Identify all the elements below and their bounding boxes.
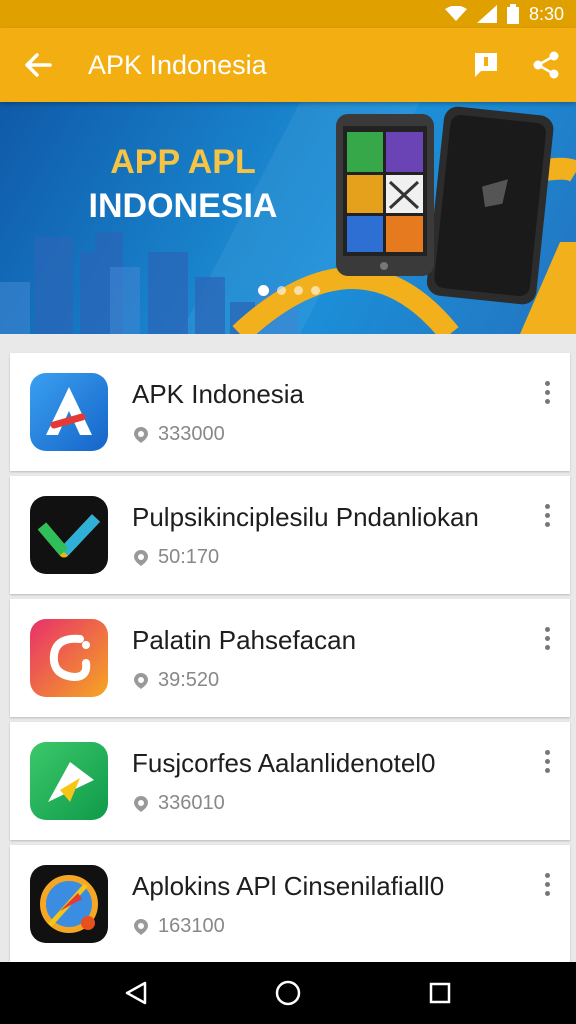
app-meta: 39:520 xyxy=(132,669,219,692)
location-pin-icon xyxy=(134,426,148,443)
banner-title-line1: APP APL xyxy=(110,143,256,181)
list-item[interactable]: Palatin Pahsefacan 39:520 xyxy=(10,599,570,717)
app-count: 39:520 xyxy=(158,669,220,691)
location-pin-icon xyxy=(134,795,148,812)
overflow-menu-icon[interactable] xyxy=(532,867,562,901)
list-item[interactable]: Aplokins APl Cinsenilafiall0 163100 xyxy=(10,845,570,963)
bookmark-icon xyxy=(475,53,497,77)
list-item[interactable]: Pulpsikinciplesilu Pndanliokan 50:170 xyxy=(10,476,570,594)
app-count: 50:170 xyxy=(158,546,220,568)
location-pin-icon xyxy=(134,918,148,935)
pager-dot[interactable] xyxy=(277,286,286,295)
pager-dot[interactable] xyxy=(294,286,303,295)
location-pin-icon xyxy=(134,672,148,689)
status-bar: 8:30 xyxy=(0,0,576,28)
bookmark-button[interactable] xyxy=(456,28,516,102)
overflow-menu-icon[interactable] xyxy=(532,375,562,409)
app-name: APK Indonesia xyxy=(132,379,305,409)
app-name: Aplokins APl Cinsenilafiall0 xyxy=(132,871,445,901)
recents-square-icon xyxy=(429,982,451,1004)
battery-icon xyxy=(506,4,519,24)
banner-pager xyxy=(258,285,320,296)
wifi-icon xyxy=(444,6,467,22)
app-bar: APK Indonesia xyxy=(0,28,576,102)
status-time: 8:30 xyxy=(528,3,564,24)
app-list: APK Indonesia 333000 Pulpsikinciplesilu … xyxy=(10,353,570,968)
page-title: APK Indonesia xyxy=(88,49,267,80)
apk-a-logo-icon xyxy=(30,373,108,451)
home-circle-icon xyxy=(275,980,301,1006)
promo-banner[interactable]: APP APL INDONESIA xyxy=(0,102,576,334)
app-meta: 336010 xyxy=(132,792,225,815)
swirl-logo-icon xyxy=(30,619,108,697)
pager-dot[interactable] xyxy=(258,285,269,296)
nav-recents-button[interactable] xyxy=(410,963,470,1023)
arrow-logo-icon xyxy=(30,742,108,820)
overflow-menu-icon[interactable] xyxy=(532,498,562,532)
location-pin-icon xyxy=(134,549,148,566)
pager-dot[interactable] xyxy=(311,286,320,295)
app-name: Pulpsikinciplesilu Pndanliokan xyxy=(132,502,479,532)
overflow-menu-icon[interactable] xyxy=(532,621,562,655)
banner-heading: APP APL INDONESIA xyxy=(68,140,298,228)
list-item[interactable]: APK Indonesia 333000 xyxy=(10,353,570,471)
back-button[interactable] xyxy=(0,28,76,102)
app-meta: 333000 xyxy=(132,423,225,446)
app-name: Fusjcorfes Aalanlidenotel0 xyxy=(132,748,436,778)
nav-back-button[interactable] xyxy=(106,963,166,1023)
app-count: 336010 xyxy=(158,792,225,814)
share-icon xyxy=(533,51,559,79)
app-count: 333000 xyxy=(158,423,225,445)
back-triangle-icon xyxy=(125,981,147,1005)
app-meta: 50:170 xyxy=(132,546,219,569)
checkmark-logo-icon xyxy=(30,496,108,574)
overflow-menu-icon[interactable] xyxy=(532,744,562,778)
list-item[interactable]: Fusjcorfes Aalanlidenotel0 336010 xyxy=(10,722,570,840)
app-meta: 163100 xyxy=(132,915,225,938)
compass-logo-icon xyxy=(30,865,108,943)
system-nav-bar xyxy=(0,962,576,1024)
nav-home-button[interactable] xyxy=(258,963,318,1023)
app-count: 163100 xyxy=(158,915,225,937)
banner-title-line2: INDONESIA xyxy=(88,187,278,225)
signal-icon xyxy=(476,5,497,23)
share-button[interactable] xyxy=(516,28,576,102)
arrow-left-icon xyxy=(25,53,52,77)
app-name: Palatin Pahsefacan xyxy=(132,625,357,655)
